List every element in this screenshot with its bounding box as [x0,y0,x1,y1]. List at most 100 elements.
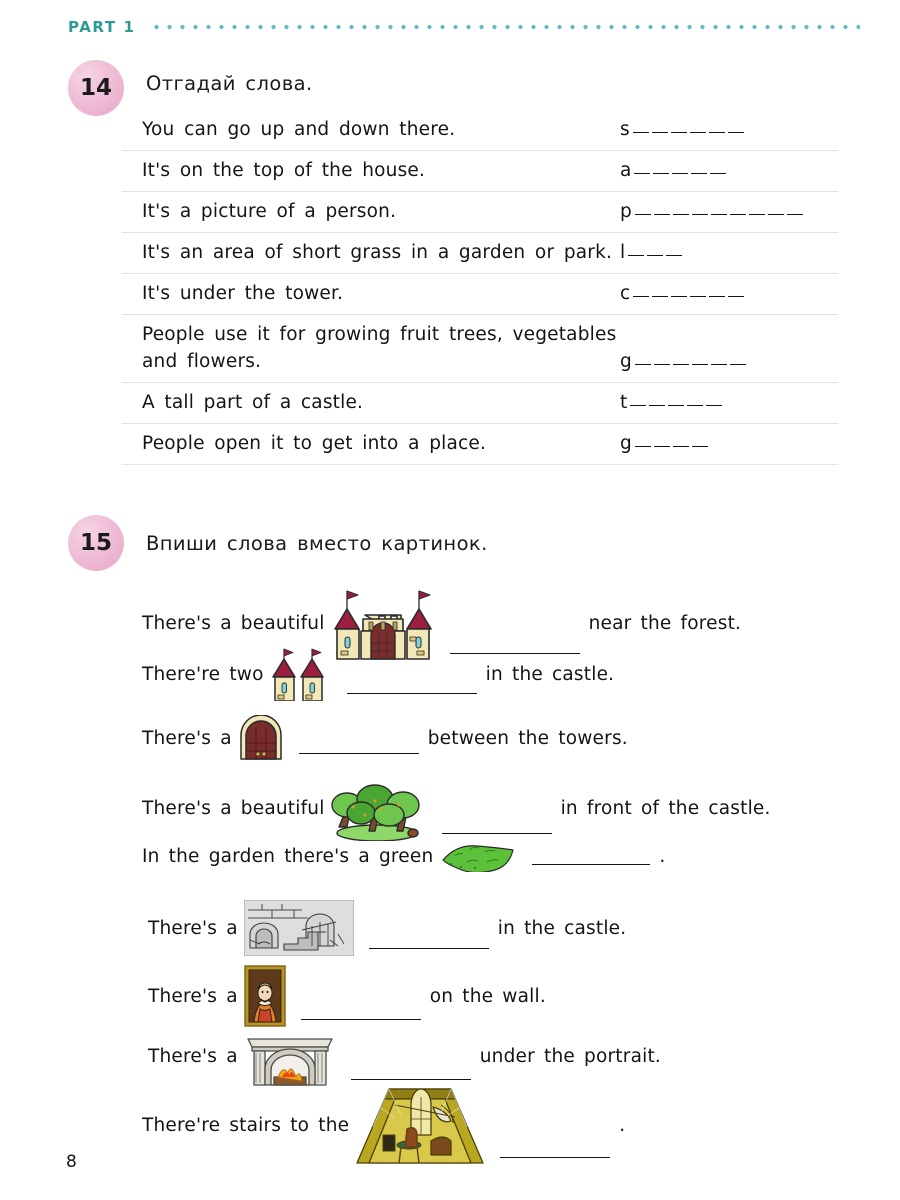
sentence-text-before: In the garden there's a green [142,845,434,867]
letter-blank[interactable] [672,214,689,215]
fill-in-sentence: There's a between the towers. [142,715,628,761]
letter-blank[interactable] [670,132,687,133]
letter-blank[interactable] [767,214,784,215]
letter-blank[interactable] [668,405,685,406]
answer-blank-line[interactable] [368,947,489,949]
sentence-text-before: There's a [148,1045,238,1067]
letter-blank[interactable] [653,364,670,365]
letter-blank[interactable] [649,405,666,406]
exercise-14-table: You can go up and down there. s It's on th… [122,110,838,464]
answer-blank[interactable]: s [620,116,838,143]
letter-blank[interactable] [632,132,649,133]
answer-blank-line[interactable] [350,1078,471,1080]
sentence-text-before: There's a [148,985,238,1007]
letter-blank[interactable] [653,173,670,174]
letter-blank[interactable] [710,173,727,174]
letter-blank[interactable] [671,296,688,297]
letter-blank[interactable] [634,173,651,174]
letter-blank[interactable] [729,364,746,365]
sentence-text-after: . [619,1114,626,1136]
letter-blank[interactable] [653,446,670,447]
letter-blank[interactable] [634,214,651,215]
riddle-text: It's under the tower. [142,283,344,304]
answer-blank-line[interactable] [298,752,419,754]
fill-in-sentence: There's a on the wall. [148,965,546,1027]
answer-blank-line[interactable] [300,1018,421,1020]
letter-blank[interactable] [691,214,708,215]
fireplace-picture [244,1025,336,1087]
table-row: It's an area of short grass in a garden … [122,233,838,274]
letter-blank[interactable] [706,405,723,406]
answer-first-letter: a [620,160,632,181]
page-number: 8 [66,1152,77,1172]
workbook-page: PART 1 14 Отгадай слова. You can go up a… [0,0,900,1200]
letter-blank[interactable] [652,296,669,297]
letter-blank[interactable] [728,296,745,297]
letter-blank[interactable] [672,173,689,174]
table-row: People open it to get into a place. g [122,424,838,464]
exercise-14-title: Отгадай слова. [146,72,313,95]
letter-blank[interactable] [727,132,744,133]
letter-blank[interactable] [666,255,683,256]
letter-blank[interactable] [691,364,708,365]
answer-blank-line[interactable] [532,863,651,865]
answer-first-letter: t [620,392,628,413]
sentence-text-after: on the wall. [429,985,546,1007]
sentence-text-before: There're two [142,663,264,685]
fill-in-sentence: In the garden there's a green . [142,840,665,872]
letter-blank[interactable] [651,132,668,133]
attic-picture [355,1085,485,1165]
towers-picture [270,647,332,701]
table-row: It's on the top of the house. a [122,151,838,192]
riddle-text: It's an area of short grass in a garden … [142,242,613,263]
letter-blank[interactable] [647,255,664,256]
letter-blank[interactable] [634,446,651,447]
answer-blank[interactable]: a [620,157,838,184]
table-row: You can go up and down there. s [122,110,838,151]
letter-blank[interactable] [689,132,706,133]
answer-first-letter: s [620,119,630,140]
answer-blank[interactable]: g [620,430,838,457]
letter-blank[interactable] [672,446,689,447]
letter-blank[interactable] [709,296,726,297]
letter-blank[interactable] [653,214,670,215]
sentence-text-after: under the portrait. [479,1045,661,1067]
letter-blank[interactable] [708,132,725,133]
letter-blank[interactable] [729,214,746,215]
answer-first-letter: c [620,283,631,304]
answer-blank-line[interactable] [346,692,477,694]
letter-blank[interactable] [630,405,647,406]
sentence-text-before: There's a [142,727,232,749]
letter-blank[interactable] [710,364,727,365]
answer-blank[interactable]: p [620,198,838,225]
answer-first-letter: g [620,351,632,372]
letter-blank[interactable] [672,364,689,365]
letter-blank[interactable] [710,214,727,215]
letter-blank[interactable] [748,214,765,215]
answer-blank[interactable]: c [620,280,838,307]
letter-blank[interactable] [633,296,650,297]
exercise-15-title: Впиши слова вместо картинок. [146,532,488,555]
letter-blank[interactable] [691,446,708,447]
letter-blank[interactable] [690,296,707,297]
cellar-picture [243,900,354,956]
exercise-14-number: 14 [68,60,124,116]
riddle-text: It's a picture of a person. [142,201,397,222]
sentence-text-before: There're stairs to the [142,1114,350,1136]
answer-blank-line[interactable] [441,832,552,834]
sentence-text-after: . [659,845,666,867]
letter-blank[interactable] [691,173,708,174]
table-row: A tall part of a castle. t [122,383,838,424]
letter-blank[interactable] [634,364,651,365]
answer-first-letter: l [620,242,626,263]
answer-blank-line[interactable] [500,1156,611,1158]
fill-in-sentence: There's a under the portrait. [148,1025,661,1087]
answer-blank[interactable]: t [620,389,838,416]
answer-blank[interactable]: g [620,348,838,375]
answer-blank[interactable]: l [620,239,838,266]
riddle-text: A tall part of a castle. [142,392,364,413]
letter-blank[interactable] [687,405,704,406]
letter-blank[interactable] [628,255,645,256]
letter-blank[interactable] [786,214,803,215]
answer-first-letter: g [620,433,632,454]
